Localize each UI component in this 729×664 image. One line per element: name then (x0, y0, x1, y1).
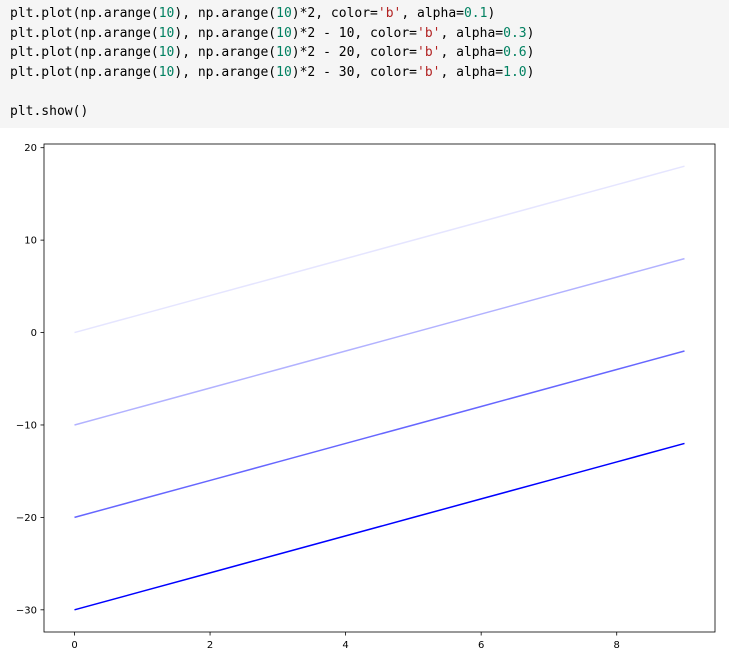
code-token: 10 (158, 64, 175, 80)
code-token: ), np.arange( (174, 45, 277, 60)
code-token: 'b' (417, 45, 441, 60)
code-token: ), np.arange( (174, 64, 277, 80)
code-token: plt.plot(np.arange( (10, 45, 159, 60)
code-token: 0.3 (503, 25, 527, 41)
code-token: 10 (158, 45, 175, 60)
y-tick-label: 20 (24, 143, 37, 154)
code-token: ) (526, 25, 535, 41)
plot-output: 0 2 4 6 8 20 10 0 −10 −20 −30 (0, 128, 729, 660)
code-token: 10 (158, 25, 175, 41)
code-token: )*2 - 30, color= (291, 64, 418, 80)
y-tick-label: 0 (31, 328, 37, 339)
y-tick-label: −30 (16, 605, 37, 616)
code-token: ), np.arange( (174, 6, 277, 21)
y-axis-ticks: 20 10 0 −10 −20 −30 (16, 143, 44, 616)
code-line: plt.plot(np.arange(10), np.arange(10)*2,… (10, 4, 729, 24)
code-token: ) (487, 6, 496, 21)
code-token: plt.plot(np.arange( (10, 6, 159, 21)
x-tick-label: 0 (71, 640, 77, 651)
code-token: 'b' (417, 64, 441, 80)
code-token: plt.plot(np.arange( (10, 25, 159, 41)
code-line: plt.plot(np.arange(10), np.arange(10)*2 … (10, 43, 729, 63)
code-token: 0.6 (503, 45, 527, 60)
code-token: 0.1 (463, 6, 488, 21)
code-token: 'b' (417, 25, 441, 41)
code-token: ), np.arange( (174, 25, 277, 41)
x-tick-label: 2 (207, 640, 213, 651)
line-chart: 0 2 4 6 8 20 10 0 −10 −20 −30 (16, 143, 716, 651)
code-line: plt.plot(np.arange(10), np.arange(10)*2 … (10, 63, 729, 83)
y-tick-label: −20 (16, 513, 37, 524)
code-token: )*2, color= (291, 6, 378, 21)
y-tick-label: 10 (24, 236, 37, 247)
code-token: 1.0 (503, 64, 527, 80)
code-token: )*2 - 20, color= (291, 45, 418, 60)
code-line: plt.show() (10, 102, 729, 122)
y-tick-label: −10 (16, 420, 37, 431)
code-line: plt.plot(np.arange(10), np.arange(10)*2 … (10, 24, 729, 44)
code-token: 10 (158, 6, 175, 21)
code-token: plt.plot(np.arange( (10, 64, 159, 80)
code-token: , alpha= (440, 45, 504, 60)
code-token: 10 (276, 64, 292, 80)
code-token: 10 (276, 6, 292, 21)
code-token: ) (526, 64, 535, 80)
axes-frame (43, 143, 716, 633)
code-token: , alpha= (440, 64, 504, 80)
x-tick-label: 6 (478, 640, 484, 651)
x-tick-label: 4 (342, 640, 348, 651)
code-token: ) (526, 45, 535, 60)
code-token: )*2 - 10, color= (291, 25, 418, 41)
code-token: plt.show() (10, 103, 89, 119)
code-token: 10 (276, 45, 292, 60)
code-cell[interactable]: plt.plot(np.arange(10), np.arange(10)*2,… (0, 0, 729, 128)
code-token: , alpha= (401, 6, 464, 21)
x-axis-ticks: 0 2 4 6 8 (71, 632, 620, 651)
code-token: 10 (276, 25, 292, 41)
code-token: 'b' (377, 6, 402, 21)
x-tick-label: 8 (614, 640, 620, 651)
code-token: , alpha= (440, 25, 504, 41)
